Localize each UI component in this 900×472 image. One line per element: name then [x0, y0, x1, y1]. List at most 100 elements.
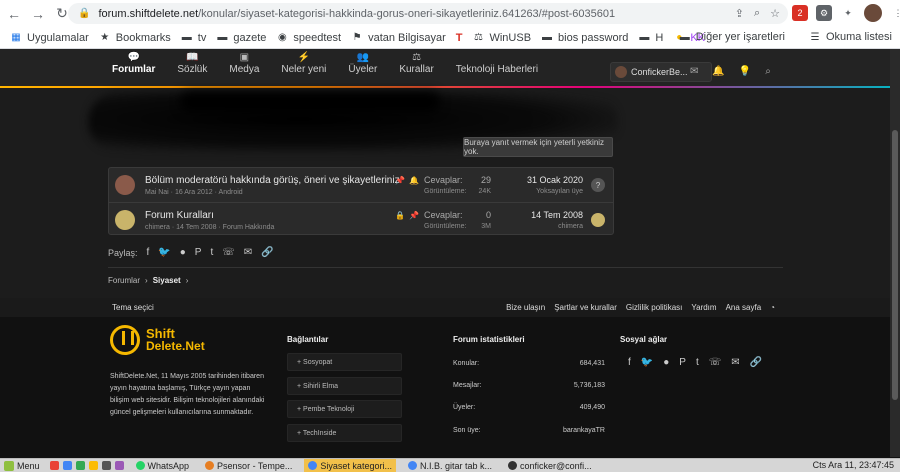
folder-icon: ▬ [639, 32, 650, 43]
nav-forumlar[interactable]: 💬 Forumlar [112, 52, 155, 75]
nav-neler-yeni[interactable]: ⚡ Neler yeni [281, 52, 326, 75]
task-browser[interactable]: Siyaset kategori... [304, 459, 396, 472]
whatsapp-icon[interactable]: ☏ [222, 247, 235, 258]
app-icon[interactable] [88, 461, 98, 470]
bookmark-tv[interactable]: ▬ tv [181, 32, 207, 44]
zoom-icon[interactable]: ⌕ [754, 7, 760, 20]
facebook-icon[interactable]: f [628, 357, 631, 368]
extension-icon[interactable]: ⚙ [816, 5, 832, 21]
thread-author-avatar[interactable] [115, 175, 135, 195]
extension-badge-icon[interactable]: 2 [792, 5, 808, 21]
task-gitar[interactable]: N.I.B. gitar tab k... [404, 459, 496, 472]
last-post-date[interactable]: 31 Ocak 2020 [527, 175, 583, 185]
thread-title[interactable]: Forum Kuralları [145, 210, 214, 221]
bookmark-label: Diğer yer işaretleri [695, 31, 785, 43]
thread-author-avatar[interactable] [115, 210, 135, 230]
profile-avatar[interactable] [864, 4, 882, 22]
app-icon[interactable] [49, 461, 59, 470]
folder-icon: ▬ [217, 32, 228, 43]
stat-row: Üyeler: 409,490 [453, 404, 605, 411]
footer-link-terms[interactable]: Şartlar ve kurallar [554, 303, 617, 312]
views-count: 3M [481, 223, 491, 230]
thread-title[interactable]: Bölüm moderatörü hakkında görüş, öneri v… [145, 175, 400, 186]
tumblr-icon[interactable]: t [696, 357, 699, 368]
footer-link-privacy[interactable]: Gizlilik politikası [626, 303, 682, 312]
reddit-icon[interactable]: ● [663, 357, 669, 368]
breadcrumb-item[interactable]: Siyaset [153, 276, 181, 285]
nav-kurallar[interactable]: ⚖ Kurallar [399, 52, 433, 75]
breadcrumb: Forumlar › Siyaset › [108, 276, 188, 285]
task-psensor[interactable]: Psensor - Tempe... [201, 459, 296, 472]
nav-sozluk[interactable]: 📖 Sözlük [177, 52, 207, 75]
footer-link-home[interactable]: Ana sayfa [726, 303, 762, 312]
bookmark-vatan[interactable]: ⚑ vatan Bilgisayar [351, 32, 446, 44]
footer-partner-link[interactable]: + Sihirli Elma [287, 377, 402, 395]
last-post-date[interactable]: 14 Tem 2008 [531, 210, 583, 220]
footer-partner-link[interactable]: + Sosyopat [287, 353, 402, 371]
stat-value[interactable]: barankayaTR [563, 427, 605, 434]
bookmark-winusb[interactable]: ⚖ WinUSB [472, 32, 531, 44]
users-icon: 👥 [356, 52, 370, 63]
scrollbar-thumb[interactable] [892, 130, 898, 400]
nav-uyeler[interactable]: 👥 Üyeler [348, 52, 377, 75]
theme-selector[interactable]: Tema seçici [112, 303, 154, 312]
bookmark-t[interactable]: T [456, 32, 463, 44]
bookmark-bios[interactable]: ▬ bios password [541, 32, 628, 44]
link-icon[interactable]: 🔗 [750, 357, 762, 368]
stat-label: Mesajlar: [453, 382, 482, 389]
bookmark-apps[interactable]: ▦ Uygulamalar [10, 32, 88, 44]
thread-icons: 📌 🔔 [395, 176, 419, 185]
bookmark-gazete[interactable]: ▬ gazete [216, 32, 266, 44]
puzzle-icon[interactable]: ✦ [840, 5, 856, 21]
footer-partner-link[interactable]: + TechInside [287, 424, 402, 442]
star-icon[interactable]: ☆ [770, 7, 780, 20]
task-whatsapp[interactable]: WhatsApp [132, 459, 194, 472]
footer-link-help[interactable]: Yardım [691, 303, 716, 312]
address-bar[interactable]: 🔒 forum.shiftdelete.net/konular/siyaset-… [68, 3, 788, 24]
footer-partner-link[interactable]: + Pembe Teknoloji [287, 400, 402, 418]
share-page-icon[interactable]: ⇪ [735, 7, 744, 20]
site-logo[interactable]: Shift Delete.Net [110, 325, 205, 355]
clock[interactable]: Cts Ara 11, 23:47:45 [813, 460, 894, 470]
breadcrumb-item[interactable]: Forumlar [108, 276, 140, 285]
thread-row[interactable]: Forum Kuralları chimera · 14 Tem 2008 · … [109, 202, 613, 236]
whatsapp-icon[interactable]: ☏ [709, 357, 722, 368]
reddit-icon[interactable]: ● [180, 247, 186, 258]
bookmark-bookmarks[interactable]: ★ Bookmarks [99, 32, 171, 44]
email-icon[interactable]: ✉ [244, 247, 252, 258]
app-icon[interactable] [75, 461, 85, 470]
bookmark-h[interactable]: ▬ H [638, 32, 663, 44]
task-label: conficker@confi... [520, 460, 592, 471]
bell-icon[interactable]: 🔔 [712, 66, 724, 77]
bookmark-label: tv [197, 31, 207, 44]
bookmark-speedtest[interactable]: ◉ speedtest [276, 32, 341, 44]
bookmark-other[interactable]: ▬ Diğer yer işaretleri [679, 31, 785, 43]
email-icon[interactable]: ✉ [731, 357, 739, 368]
inbox-icon[interactable]: ✉ [690, 66, 698, 77]
bookmark-reading-list[interactable]: ☰ Okuma listesi [809, 31, 892, 43]
bulb-icon[interactable]: 💡 [739, 66, 751, 77]
search-icon[interactable]: ⌕ [765, 66, 771, 77]
share-label: Paylaş: [108, 247, 138, 258]
rss-icon[interactable]: ◔ [770, 303, 775, 312]
app-icon[interactable] [62, 461, 72, 470]
start-menu-button[interactable]: Menu [4, 460, 40, 471]
terminal-icon[interactable] [101, 461, 111, 470]
menu-dots-icon[interactable]: ⋮ [890, 5, 900, 21]
twitter-icon[interactable]: 🐦 [641, 357, 653, 368]
app-icon[interactable] [114, 461, 124, 470]
twitter-icon[interactable]: 🐦 [158, 247, 170, 258]
pinterest-icon[interactable]: P [679, 357, 686, 368]
main-nav: 💬 Forumlar 📖 Sözlük ▣ Medya ⚡ Neler yeni 👥 Üy… [112, 52, 538, 75]
footer-link-contact[interactable]: Bize ulaşın [506, 303, 545, 312]
forward-icon[interactable]: → [28, 4, 48, 24]
nav-teknoloji-haberleri[interactable]: Teknoloji Haberleri [456, 52, 538, 75]
link-icon[interactable]: 🔗 [261, 247, 273, 258]
nav-medya[interactable]: ▣ Medya [229, 52, 259, 75]
task-terminal[interactable]: conficker@confi... [504, 459, 596, 472]
back-icon[interactable]: ← [4, 4, 24, 24]
thread-row[interactable]: Bölüm moderatörü hakkında görüş, öneri v… [109, 168, 613, 202]
pinterest-icon[interactable]: P [195, 247, 202, 258]
tumblr-icon[interactable]: t [210, 247, 213, 258]
facebook-icon[interactable]: f [147, 247, 150, 258]
